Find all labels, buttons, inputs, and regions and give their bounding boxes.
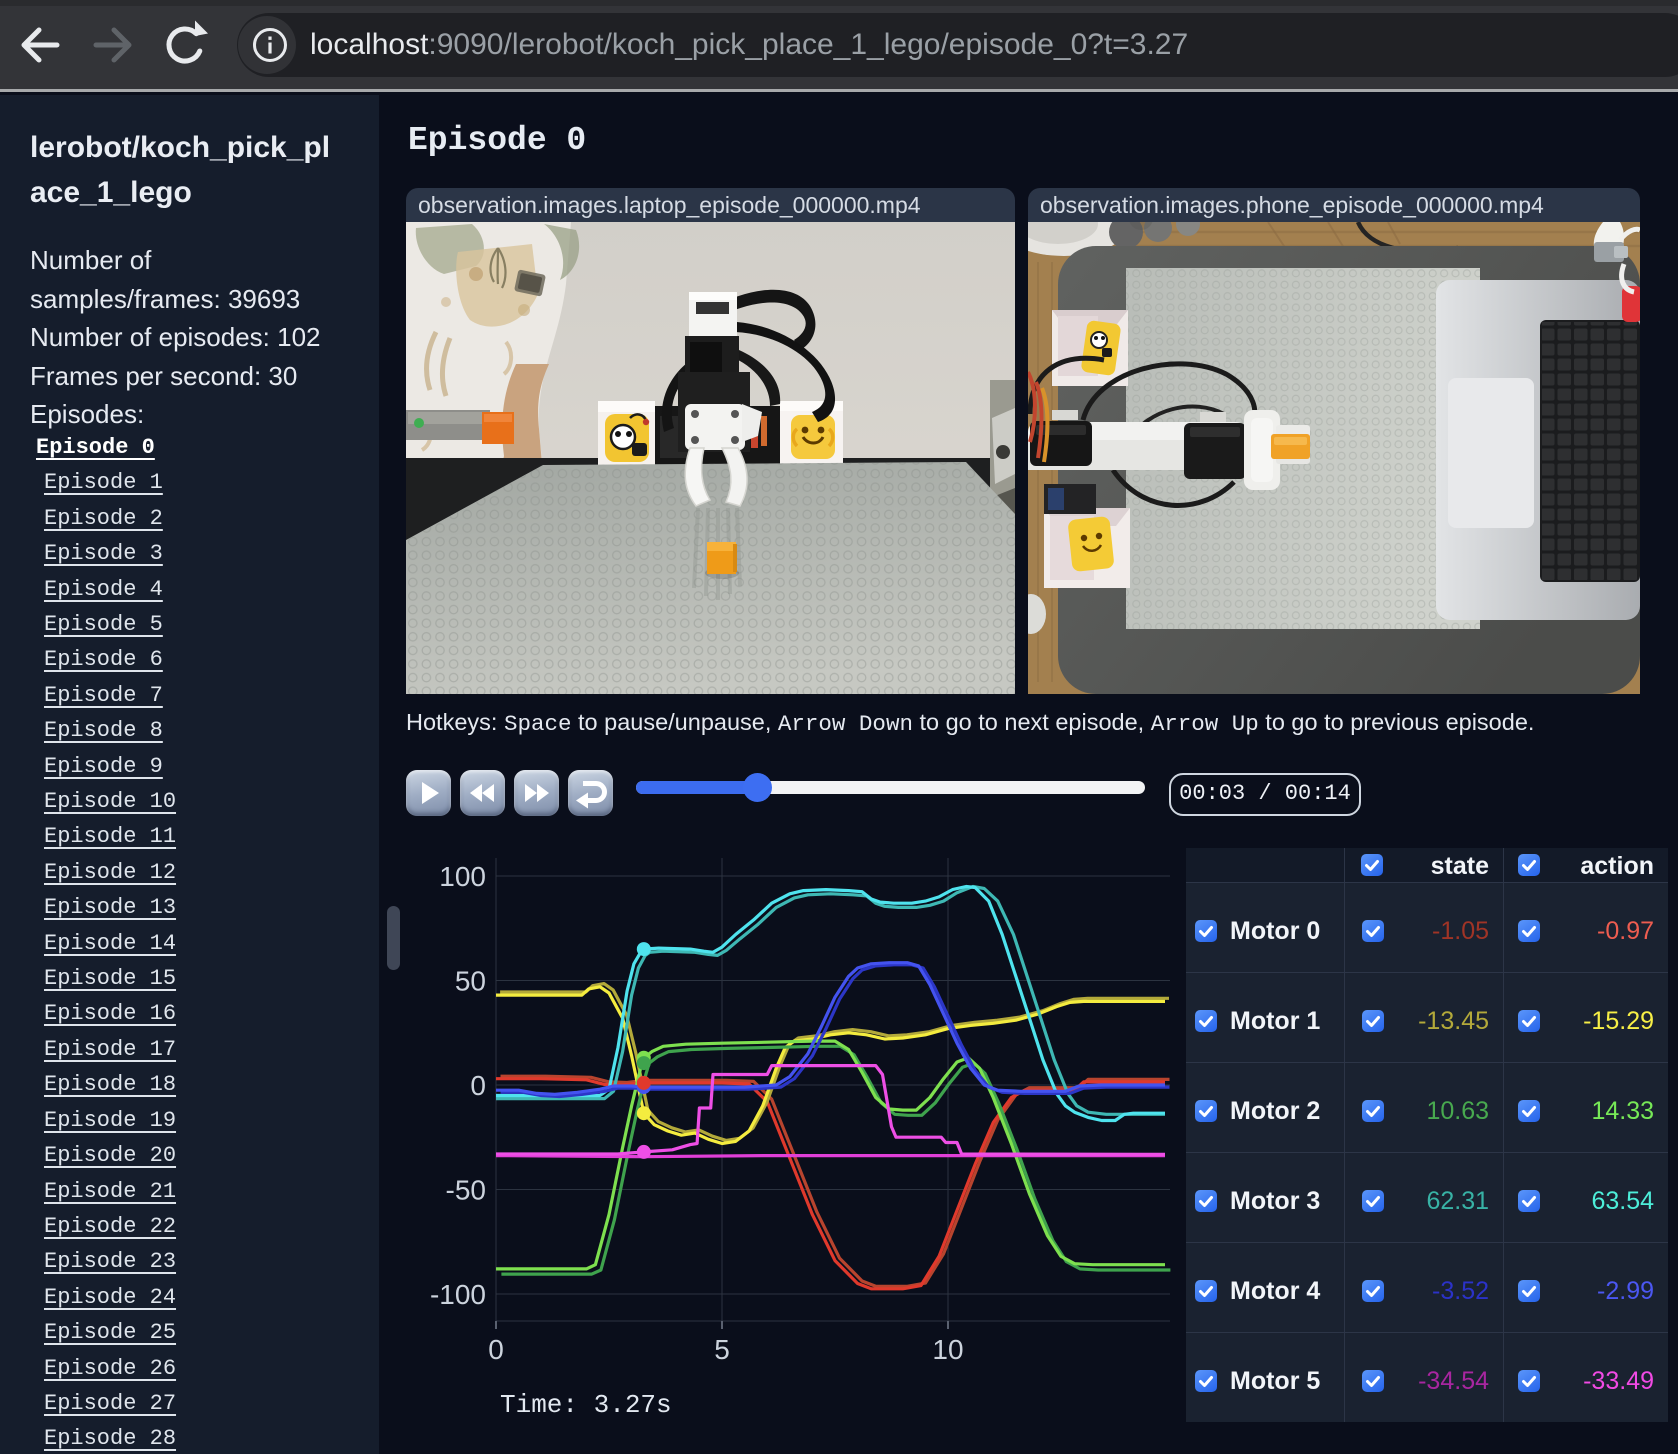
- svg-text:5: 5: [714, 1334, 730, 1365]
- svg-text:0: 0: [488, 1334, 504, 1365]
- svg-text:-100: -100: [430, 1279, 486, 1310]
- svg-text:-50: -50: [446, 1175, 486, 1206]
- svg-text:0: 0: [470, 1070, 486, 1101]
- svg-text:10: 10: [932, 1334, 963, 1365]
- svg-text:50: 50: [455, 966, 486, 997]
- svg-text:100: 100: [439, 861, 486, 892]
- svg-text:Time: 3.27s: Time: 3.27s: [500, 1390, 672, 1420]
